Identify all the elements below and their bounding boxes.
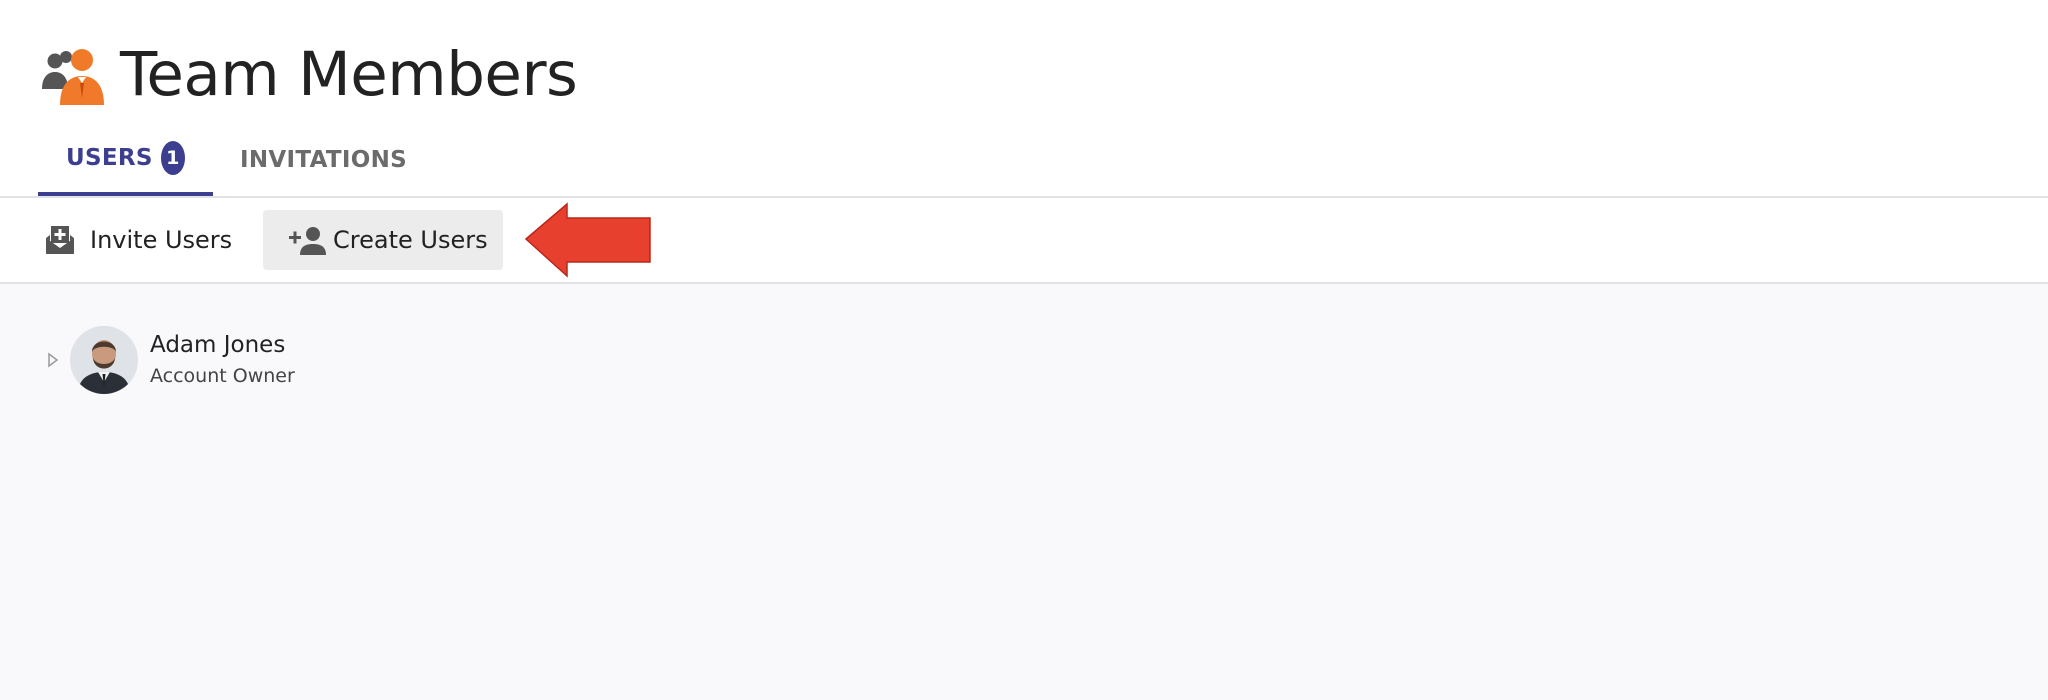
expand-triangle-icon[interactable] [46,351,60,369]
invite-users-label: Invite Users [90,226,233,254]
add-person-icon [289,227,326,255]
page-title: Team Members [120,38,578,110]
create-users-button[interactable]: Create Users [263,210,503,270]
team-members-page: Team Members USERS 1 INVITATIONS Invite … [0,0,2048,700]
team-members-icon [42,49,104,105]
user-info: Adam Jones Account Owner [150,329,295,391]
page-header: Team Members [38,34,578,114]
user-role: Account Owner [150,365,295,387]
tab-invitations[interactable]: INVITATIONS [213,124,407,196]
tab-users[interactable]: USERS 1 [38,124,213,196]
tab-users-label: USERS [66,145,153,171]
invite-users-button[interactable]: Invite Users [44,210,240,270]
user-photo [70,326,138,394]
avatar [70,326,138,394]
user-name: Adam Jones [150,332,286,358]
tab-invitations-label: INVITATIONS [240,147,407,173]
toolbar: Invite Users Create Users [0,198,2048,470]
annotation-arrow [524,202,651,278]
users-count-badge: 1 [160,141,185,175]
envelope-plus-icon [46,226,74,254]
tab-bar: USERS 1 INVITATIONS [38,124,407,196]
create-users-label: Create Users [333,226,488,254]
user-list: Adam Jones Account Owner [0,284,2048,700]
list-item[interactable]: Adam Jones Account Owner [46,324,295,396]
